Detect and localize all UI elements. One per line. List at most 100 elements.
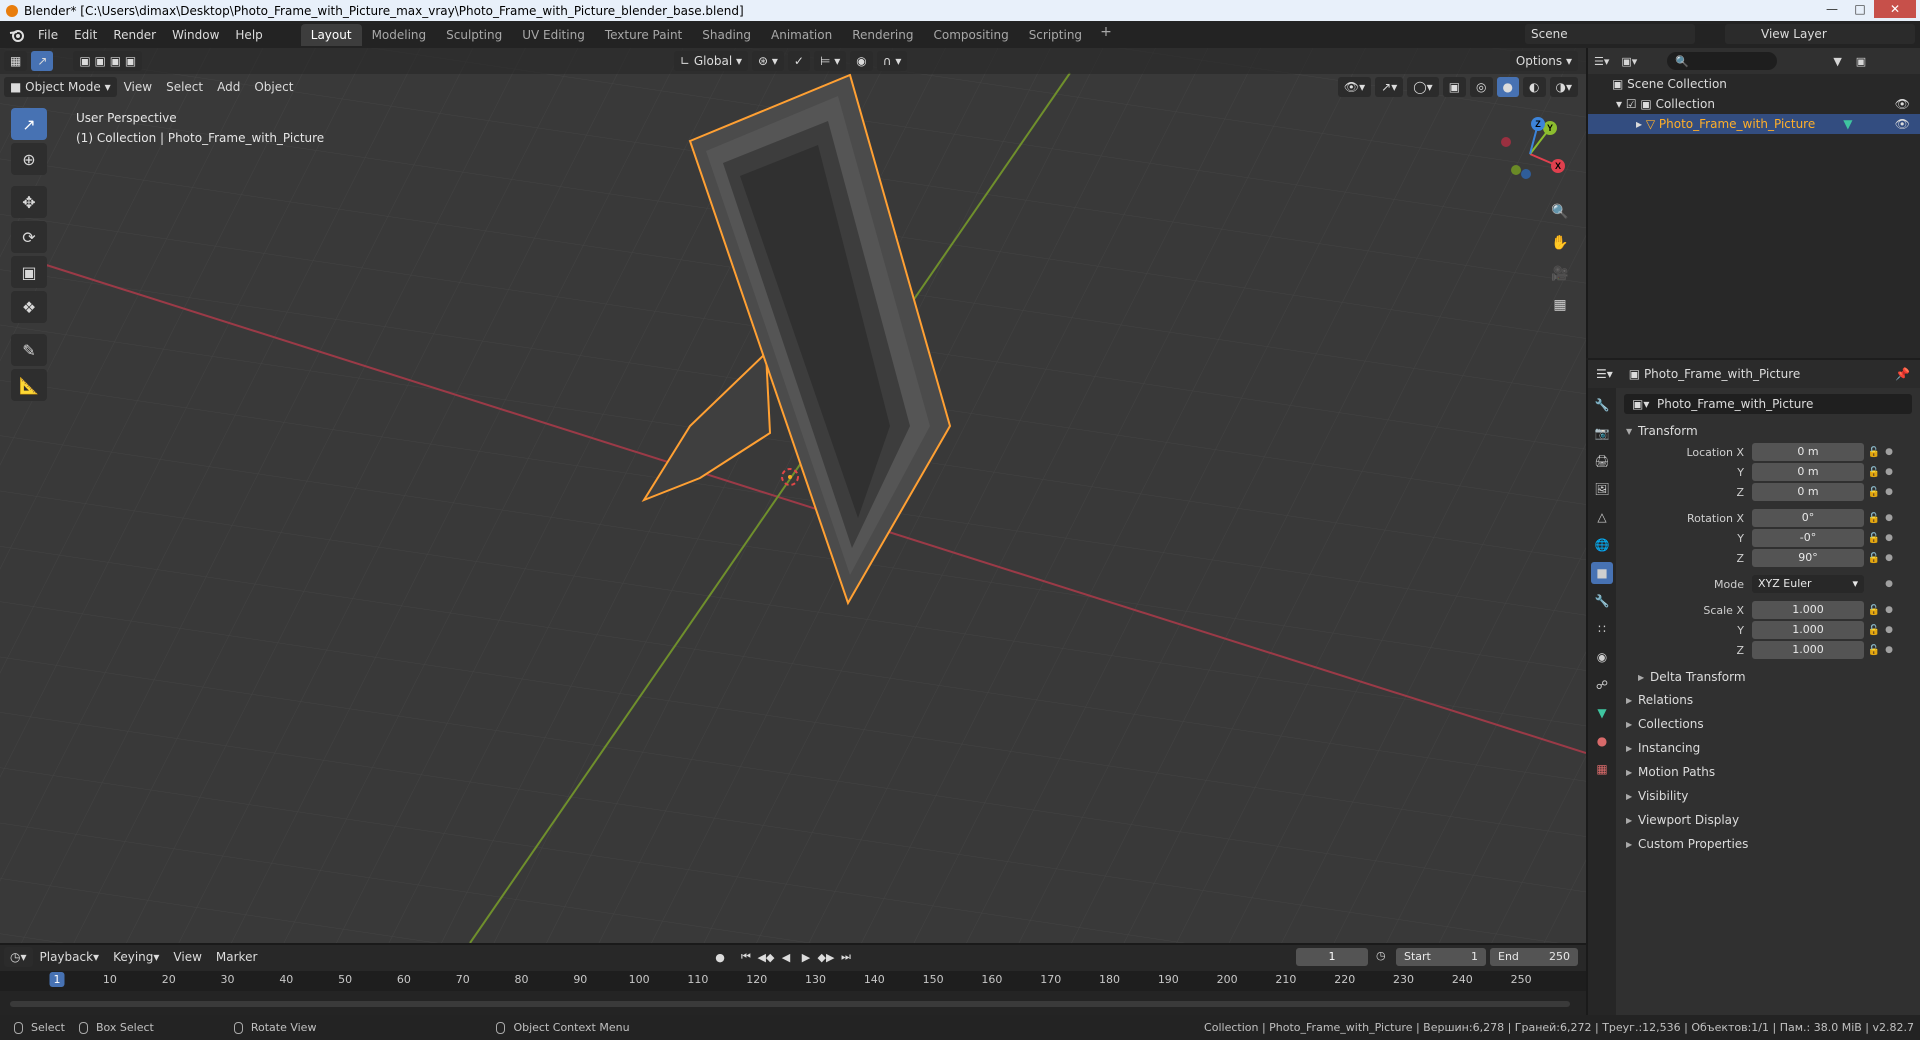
tab-sculpting[interactable]: Sculpting bbox=[436, 24, 512, 46]
tab-uv-editing[interactable]: UV Editing bbox=[512, 24, 595, 46]
eye-icon[interactable]: 👁 bbox=[1895, 117, 1910, 131]
minimize-button[interactable]: — bbox=[1818, 0, 1846, 18]
panel-collections[interactable]: ▶ Collections bbox=[1618, 712, 1918, 736]
xray-toggle-icon[interactable]: ▣ bbox=[1442, 77, 1467, 97]
menu-edit[interactable]: Edit bbox=[66, 24, 105, 46]
tab-rendering[interactable]: Rendering bbox=[842, 24, 923, 46]
tab-compositing[interactable]: Compositing bbox=[923, 24, 1018, 46]
visibility-icon[interactable]: 👁▾ bbox=[1337, 77, 1372, 97]
options-dropdown[interactable]: Options ▾ bbox=[1509, 51, 1578, 71]
pin-icon[interactable]: 📌 bbox=[1895, 367, 1910, 381]
timeline-menu-view[interactable]: View bbox=[166, 950, 208, 964]
editor-type-button[interactable]: ▦ bbox=[4, 51, 28, 71]
timeline-track[interactable] bbox=[0, 991, 1586, 1015]
select-tool-mode-button[interactable]: ↗ bbox=[31, 51, 54, 71]
location-y-field[interactable]: 0 m bbox=[1752, 463, 1864, 481]
object-name-field[interactable]: ▣▾ Photo_Frame_with_Picture bbox=[1624, 394, 1912, 414]
clock-icon[interactable]: ◷ bbox=[1376, 949, 1386, 962]
tab-animation[interactable]: Animation bbox=[761, 24, 842, 46]
keyframe-dot-icon[interactable]: ● bbox=[1884, 513, 1894, 523]
material-tab-icon[interactable]: ● bbox=[1591, 730, 1613, 752]
viewport-menu-select[interactable]: Select bbox=[159, 80, 210, 94]
scale-x-field[interactable]: 1.000 bbox=[1752, 601, 1864, 619]
material-shading-icon[interactable]: ◐ bbox=[1523, 77, 1546, 97]
viewport-menu-object[interactable]: Object bbox=[247, 80, 300, 94]
current-frame-field[interactable]: 1 bbox=[1296, 948, 1368, 966]
record-icon[interactable]: ● bbox=[710, 948, 730, 966]
timeline-menu-marker[interactable]: Marker bbox=[209, 950, 264, 964]
wireframe-shading-icon[interactable]: ◎ bbox=[1470, 77, 1493, 97]
scene-tab-icon[interactable]: △ bbox=[1591, 506, 1613, 528]
end-frame-field[interactable]: End 250 bbox=[1490, 948, 1578, 966]
expand-arrow-icon[interactable]: ▸ bbox=[1636, 117, 1646, 131]
checkbox-icon[interactable]: ☑ bbox=[1626, 97, 1641, 111]
tab-texture-paint[interactable]: Texture Paint bbox=[595, 24, 692, 46]
keyframe-dot-icon[interactable]: ● bbox=[1884, 579, 1894, 589]
eye-icon[interactable]: 👁 bbox=[1895, 97, 1910, 111]
play-icon[interactable]: ▶ bbox=[796, 948, 816, 966]
lock-icon[interactable]: 🔓 bbox=[1864, 447, 1884, 458]
keyframe-dot-icon[interactable]: ● bbox=[1884, 447, 1894, 457]
outliner-row-collection[interactable]: ▾ ☑ ▣ Collection 👁 bbox=[1588, 94, 1920, 114]
jump-end-icon[interactable]: ⏭ bbox=[836, 948, 856, 966]
scale-y-field[interactable]: 1.000 bbox=[1752, 621, 1864, 639]
outliner-row-object[interactable]: ▸ ▽ Photo_Frame_with_Picture ▼ 👁 bbox=[1588, 114, 1920, 134]
rotate-tool-icon[interactable]: ⟳ bbox=[11, 221, 47, 253]
new-collection-icon[interactable]: ▣ bbox=[1856, 55, 1866, 68]
physics-tab-icon[interactable]: ◉ bbox=[1591, 646, 1613, 668]
snap-target-dropdown[interactable]: ⊨ ▾ bbox=[813, 51, 847, 71]
menu-help[interactable]: Help bbox=[227, 24, 270, 46]
keyframe-dot-icon[interactable]: ● bbox=[1884, 553, 1894, 563]
tab-scripting[interactable]: Scripting bbox=[1019, 24, 1092, 46]
camera-view-icon[interactable]: 🎥 bbox=[1546, 260, 1574, 288]
rotation-x-field[interactable]: 0° bbox=[1752, 509, 1864, 527]
jump-start-icon[interactable]: ⏮ bbox=[736, 948, 756, 966]
tool-tab-icon[interactable]: 🔧 bbox=[1591, 394, 1613, 416]
menu-render[interactable]: Render bbox=[105, 24, 164, 46]
panel-relations[interactable]: ▶ Relations bbox=[1618, 688, 1918, 712]
keyframe-dot-icon[interactable]: ● bbox=[1884, 467, 1894, 477]
maximize-button[interactable]: □ bbox=[1846, 0, 1874, 18]
rendered-shading-icon[interactable]: ◑▾ bbox=[1549, 77, 1578, 97]
pan-hand-icon[interactable]: ✋ bbox=[1546, 229, 1574, 257]
start-frame-field[interactable]: Start 1 bbox=[1396, 948, 1486, 966]
keyframe-dot-icon[interactable]: ● bbox=[1884, 487, 1894, 497]
scale-tool-icon[interactable]: ▣ bbox=[11, 256, 47, 288]
select-box-tool-icon[interactable]: ↗ bbox=[11, 108, 47, 140]
particles-tab-icon[interactable]: ∷ bbox=[1591, 618, 1613, 640]
proportional-edit-toggle[interactable]: ◉ bbox=[850, 51, 873, 71]
outliner-row-scene-collection[interactable]: ▣ Scene Collection bbox=[1588, 74, 1920, 94]
lock-icon[interactable]: 🔓 bbox=[1864, 533, 1884, 544]
panel-instancing[interactable]: ▶ Instancing bbox=[1618, 736, 1918, 760]
play-reverse-icon[interactable]: ◀ bbox=[776, 948, 796, 966]
object-tab-icon[interactable]: ■ bbox=[1591, 562, 1613, 584]
properties-editor-type-icon[interactable]: ☰▾ bbox=[1596, 367, 1613, 381]
snap-toggle[interactable]: ✓ bbox=[787, 51, 810, 71]
rotation-z-field[interactable]: 90° bbox=[1752, 549, 1864, 567]
modifier-tab-icon[interactable]: 🔧 bbox=[1591, 590, 1613, 612]
blender-menu-icon[interactable] bbox=[4, 24, 30, 46]
current-frame-indicator[interactable]: 1 bbox=[49, 972, 65, 987]
panel-custom-properties[interactable]: ▶ Custom Properties bbox=[1618, 832, 1918, 856]
tab-shading[interactable]: Shading bbox=[692, 24, 761, 46]
texture-tab-icon[interactable]: ▦ bbox=[1591, 758, 1613, 780]
solid-shading-icon[interactable]: ● bbox=[1496, 77, 1520, 97]
transform-tool-icon[interactable]: ❖ bbox=[11, 291, 47, 323]
rotation-mode-dropdown[interactable]: XYZ Euler ▾ bbox=[1752, 575, 1864, 593]
tab-modeling[interactable]: Modeling bbox=[362, 24, 437, 46]
move-tool-icon[interactable]: ✥ bbox=[11, 186, 47, 218]
transform-orientation-dropdown[interactable]: ∟ Global ▾ bbox=[674, 51, 748, 71]
data-tab-icon[interactable]: ▼ bbox=[1591, 702, 1613, 724]
pivot-point-dropdown[interactable]: ⊛ ▾ bbox=[752, 51, 784, 71]
viewport-menu-add[interactable]: Add bbox=[210, 80, 247, 94]
falloff-dropdown[interactable]: ∩ ▾ bbox=[876, 51, 908, 71]
keyframe-dot-icon[interactable]: ● bbox=[1884, 645, 1894, 655]
zoom-icon[interactable]: 🔍 bbox=[1546, 198, 1574, 226]
add-workspace-button[interactable]: + bbox=[1092, 24, 1120, 46]
lock-icon[interactable]: 🔓 bbox=[1864, 467, 1884, 478]
output-tab-icon[interactable]: 🖨 bbox=[1591, 450, 1613, 472]
rotation-y-field[interactable]: -0° bbox=[1752, 529, 1864, 547]
mode-dropdown[interactable]: ■ Object Mode ▾ bbox=[4, 77, 117, 97]
lock-icon[interactable]: 🔓 bbox=[1864, 625, 1884, 636]
keyframe-dot-icon[interactable]: ● bbox=[1884, 605, 1894, 615]
